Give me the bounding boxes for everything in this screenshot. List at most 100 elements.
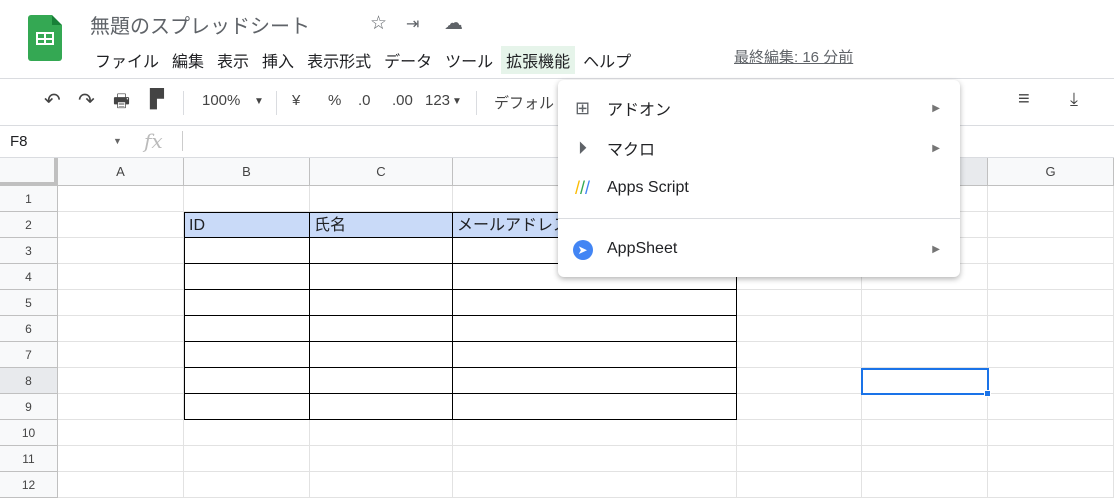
select-all-corner[interactable] [0, 158, 58, 186]
column-header-A[interactable]: A [58, 158, 184, 186]
cell-G8[interactable] [988, 368, 1114, 394]
cell-G1[interactable] [988, 186, 1114, 212]
cell-E11[interactable] [737, 446, 862, 472]
cell-E6[interactable] [737, 316, 862, 342]
row-header-12[interactable]: 12 [0, 472, 58, 498]
menu-edit[interactable]: 編集 [167, 46, 209, 74]
cell-B5[interactable] [184, 290, 310, 316]
cell-G12[interactable] [988, 472, 1114, 498]
row-header-6[interactable]: 6 [0, 316, 58, 342]
row-header-11[interactable]: 11 [0, 446, 58, 472]
row-header-8[interactable]: 8 [0, 368, 58, 394]
cell-E5[interactable] [737, 290, 862, 316]
row-header-9[interactable]: 9 [0, 394, 58, 420]
row-header-2[interactable]: 2 [0, 212, 58, 238]
cell-C12[interactable] [310, 472, 453, 498]
cell-C10[interactable] [310, 420, 453, 446]
cell-G4[interactable] [988, 264, 1114, 290]
menu-format[interactable]: 表示形式 [302, 46, 376, 74]
cell-A4[interactable] [58, 264, 184, 290]
cell-E9[interactable] [737, 394, 862, 420]
cell-G9[interactable] [988, 394, 1114, 420]
cell-E7[interactable] [737, 342, 862, 368]
cell-D9[interactable] [453, 394, 737, 420]
cell-A8[interactable] [58, 368, 184, 394]
cell-B10[interactable] [184, 420, 310, 446]
cell-E10[interactable] [737, 420, 862, 446]
cell-G2[interactable] [988, 212, 1114, 238]
menu-item-addons[interactable]: ⊞ アドオン ▶ [558, 90, 960, 126]
redo-icon[interactable]: ↷ [78, 88, 95, 113]
document-title[interactable]: 無題のスプレッドシート [90, 10, 310, 39]
undo-icon[interactable]: ↶ [44, 88, 61, 113]
cell-F7[interactable] [862, 342, 988, 368]
cell-C5[interactable] [310, 290, 453, 316]
row-header-10[interactable]: 10 [0, 420, 58, 446]
increase-decimal-button[interactable]: .00 [392, 92, 413, 109]
cell-C9[interactable] [310, 394, 453, 420]
cell-C3[interactable] [310, 238, 453, 264]
more-formats-button[interactable]: 123 [425, 92, 450, 109]
cloud-saved-icon[interactable]: ☁ [444, 12, 463, 35]
cell-F12[interactable] [862, 472, 988, 498]
cell-C7[interactable] [310, 342, 453, 368]
cell-A11[interactable] [58, 446, 184, 472]
menu-data[interactable]: データ [379, 46, 437, 74]
cell-A2[interactable] [58, 212, 184, 238]
star-icon[interactable]: ☆ [370, 12, 387, 35]
menu-extensions[interactable]: 拡張機能 [501, 46, 576, 74]
cell-F10[interactable] [862, 420, 988, 446]
chevron-down-icon[interactable]: ▼ [452, 96, 462, 107]
last-edit-link[interactable]: 最終編集: 16 分前 [734, 46, 853, 67]
cell-A1[interactable] [58, 186, 184, 212]
cell-B7[interactable] [184, 342, 310, 368]
cell-G5[interactable] [988, 290, 1114, 316]
font-select[interactable]: デフォル [494, 92, 554, 113]
cell-A5[interactable] [58, 290, 184, 316]
currency-button[interactable]: ¥ [292, 92, 300, 109]
cell-B1[interactable] [184, 186, 310, 212]
selected-cell-F8[interactable] [861, 368, 989, 395]
cell-E12[interactable] [737, 472, 862, 498]
cell-E8[interactable] [737, 368, 862, 394]
cell-G3[interactable] [988, 238, 1114, 264]
cell-B11[interactable] [184, 446, 310, 472]
cell-F11[interactable] [862, 446, 988, 472]
menu-item-apps-script[interactable]: ///Apps Script [558, 170, 960, 206]
chevron-down-icon[interactable]: ▼ [254, 96, 264, 107]
cell-G7[interactable] [988, 342, 1114, 368]
cell-A10[interactable] [58, 420, 184, 446]
decrease-decimal-button[interactable]: .0 [358, 92, 371, 109]
menu-view[interactable]: 表示 [212, 46, 254, 74]
menu-insert[interactable]: 挿入 [257, 46, 299, 74]
column-header-G[interactable]: G [988, 158, 1114, 186]
column-header-B[interactable]: B [184, 158, 310, 186]
cell-F6[interactable] [862, 316, 988, 342]
align-left-icon[interactable]: ≡ [1018, 88, 1030, 111]
cell-F9[interactable] [862, 394, 988, 420]
cell-A9[interactable] [58, 394, 184, 420]
cell-F5[interactable] [862, 290, 988, 316]
cell-D12[interactable] [453, 472, 737, 498]
row-header-4[interactable]: 4 [0, 264, 58, 290]
cell-D11[interactable] [453, 446, 737, 472]
fill-handle[interactable] [984, 390, 991, 397]
cell-D5[interactable] [453, 290, 737, 316]
cell-G6[interactable] [988, 316, 1114, 342]
name-box[interactable]: F8 [10, 133, 28, 150]
cell-D8[interactable] [453, 368, 737, 394]
cell-G11[interactable] [988, 446, 1114, 472]
print-icon[interactable]: 🖶 [113, 89, 130, 119]
cell-B4[interactable] [184, 264, 310, 290]
cell-B8[interactable] [184, 368, 310, 394]
row-header-3[interactable]: 3 [0, 238, 58, 264]
row-header-5[interactable]: 5 [0, 290, 58, 316]
row-header-1[interactable]: 1 [0, 186, 58, 212]
cell-B3[interactable] [184, 238, 310, 264]
menu-file[interactable]: ファイル [90, 46, 164, 74]
menu-item-macros[interactable]: ⏵ マクロ ▶ [558, 130, 960, 166]
cell-C11[interactable] [310, 446, 453, 472]
cell-C8[interactable] [310, 368, 453, 394]
sheets-logo[interactable] [28, 15, 62, 61]
menu-item-appsheet[interactable]: ➤ AppSheet ▶ [558, 231, 960, 267]
